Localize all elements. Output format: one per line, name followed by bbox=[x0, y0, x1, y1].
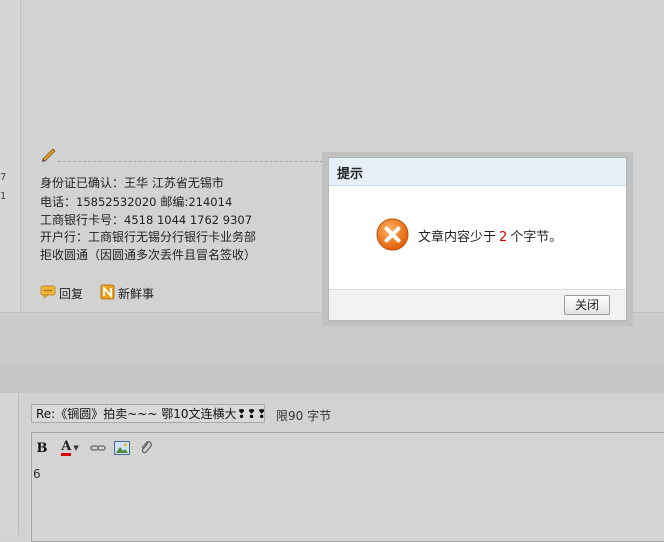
reply-icon bbox=[40, 285, 56, 302]
editor-toolbar: B A ▼ bbox=[33, 435, 155, 461]
card-number: 4518 1044 1762 9307 bbox=[124, 213, 253, 227]
dialog-message: 文章内容少于 2 个字节。 bbox=[418, 226, 562, 245]
reply-section-header bbox=[0, 365, 664, 394]
dialog-title: 提示 bbox=[337, 167, 364, 182]
dialog-footer: 关闭 bbox=[329, 289, 626, 320]
left-gutter bbox=[0, 0, 21, 312]
title-limit-text: 限90 字节 bbox=[276, 409, 332, 423]
image-button[interactable] bbox=[113, 439, 131, 457]
news-button[interactable]: 新鲜事 bbox=[100, 284, 154, 302]
paperclip-icon bbox=[141, 441, 152, 454]
editor-text: 6 bbox=[33, 467, 41, 481]
close-button[interactable]: 关闭 bbox=[564, 295, 610, 315]
link-button[interactable] bbox=[89, 439, 107, 457]
chevron-down-icon: ▼ bbox=[73, 444, 79, 452]
bold-icon: B bbox=[36, 440, 48, 456]
pencil-icon bbox=[40, 146, 58, 162]
card-label: 工商银行卡号： bbox=[40, 213, 125, 227]
news-label: 新鲜事 bbox=[118, 286, 155, 301]
gutter-number: 7 bbox=[0, 172, 7, 183]
signature-line: 开户行：工商银行无锡分行银行卡业务部 bbox=[40, 230, 257, 244]
signature-line: 身份证已确认：王华 江苏省无锡市 bbox=[40, 176, 224, 190]
reply-button[interactable]: 回复 bbox=[40, 284, 83, 302]
phone-number: 15852532020 bbox=[76, 195, 157, 209]
reply-title-input[interactable]: Re:《锎圆》拍卖~~~ 鄂10文连横大❢❢❢ bbox=[31, 404, 265, 423]
font-color-button[interactable]: A ▼ bbox=[57, 439, 83, 457]
zip-code: 214014 bbox=[188, 195, 233, 209]
message-number: 2 bbox=[499, 230, 508, 245]
message-prefix: 文章内容少于 bbox=[418, 230, 497, 245]
error-icon bbox=[376, 218, 409, 251]
gutter-number: 1 bbox=[0, 191, 7, 202]
reply-section-gutter bbox=[0, 393, 19, 535]
attachment-button[interactable] bbox=[137, 439, 155, 457]
news-icon bbox=[100, 284, 115, 303]
signature-divider bbox=[58, 161, 328, 162]
dialog-header: 提示 bbox=[329, 158, 626, 186]
zip-label: 邮编: bbox=[156, 195, 189, 209]
phone-label: 电话： bbox=[40, 195, 77, 209]
reply-label: 回复 bbox=[59, 286, 84, 301]
image-icon bbox=[114, 441, 130, 455]
signature-line: 电话：15852532020 邮编:214014 bbox=[40, 193, 232, 213]
signature-line: 拒收圆通（因圆通多次丢件且冒名签收） bbox=[40, 248, 257, 262]
message-suffix: 个字节。 bbox=[510, 230, 563, 245]
font-color-icon: A bbox=[61, 439, 72, 456]
link-icon bbox=[90, 445, 106, 451]
alert-dialog: 提示 文章内容少于 2 个字节。 关闭 bbox=[328, 157, 627, 321]
bold-button[interactable]: B bbox=[33, 439, 51, 457]
